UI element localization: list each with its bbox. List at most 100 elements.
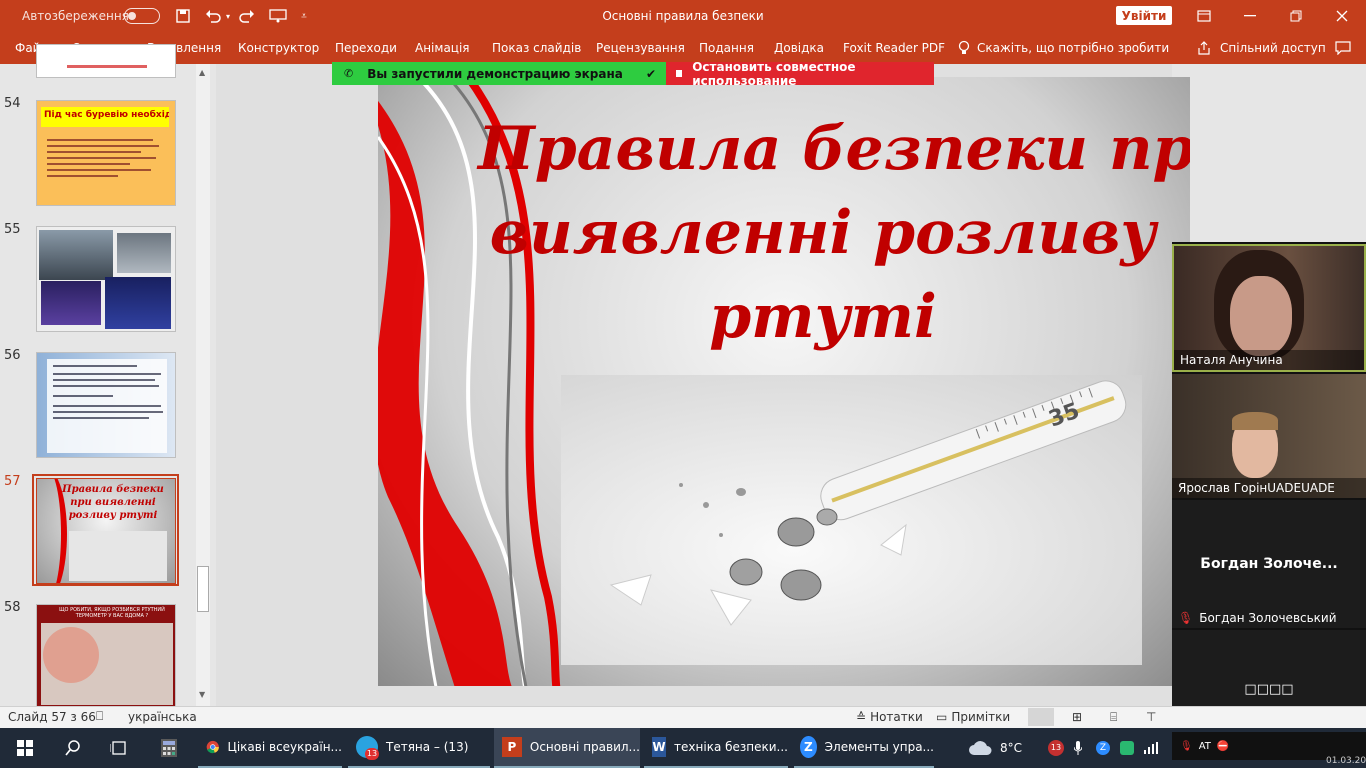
undo-dropdown-icon[interactable]: ▾ [222,0,234,32]
phone-icon: ✆ [344,67,354,80]
slideshow-from-start-icon[interactable] [266,0,290,32]
participant-name: Богдан Золочевський [1199,611,1337,625]
comment-icon: ▭ [936,710,948,724]
slide-number: 54 [4,96,21,111]
slide-thumbnail-54[interactable]: Під час буревію необхідно [36,100,176,206]
participant-display-name: Богдан Золоче... [1200,556,1338,572]
save-icon[interactable] [172,0,194,32]
tab-design[interactable]: Конструктор [238,32,319,64]
zoom-tray-icon[interactable]: Z [1094,728,1112,768]
slide-number: 58 [4,600,21,615]
microphone-icon[interactable] [1070,728,1086,768]
scrollbar-thumb[interactable] [197,566,209,612]
share-icon [1197,32,1211,64]
redo-icon[interactable] [236,0,258,32]
slide-thumbnail-58[interactable]: ЩО РОБИТИ, ЯКЩО РОЗБИВСЯ РТУТНИЙ ТЕРМОМЕ… [36,604,176,710]
screen-share-bar: ✆ Вы запустили демонстрацию экрана ✔ Ост… [332,59,934,88]
participant-display-name: □□□□ [1244,682,1294,697]
status-bar: Слайд 57 з 66 ⎕ українська ≙ Нотатки ▭ При… [0,706,1366,728]
tab-slide-show[interactable]: Показ слайдів [492,32,581,64]
powerpoint-icon: P [502,737,522,757]
taskbar-word[interactable]: W техніка безпеки... [644,728,788,768]
normal-view-button[interactable] [1028,708,1054,726]
video-participants-panel: Наталя Анучина Ярослав ГорінUADEUADE Бог… [1172,242,1366,728]
participant-tile[interactable]: Ярослав ГорінUADEUADE [1172,374,1366,498]
language-indicator[interactable]: українська [128,710,197,724]
taskbar-app-label: Элементы упра... [824,740,934,754]
stop-sharing-label: Остановить совместное использование [692,59,856,88]
video-off-icon[interactable]: ⛔ [1217,741,1229,752]
microphone-muted-icon: 🎙︎ [1178,611,1194,625]
tell-me-search[interactable]: Скажіть, що потрібно зробити [977,32,1169,64]
share-status: ✆ Вы запустили демонстрацию экрана ✔ [332,62,666,85]
current-slide[interactable]: Правила безпеки при виявленні розливу рт… [378,77,1190,686]
slideshow-icon[interactable]: ⊤ [1146,710,1156,724]
share-status-text: Вы запустили демонстрацию экрана [367,66,623,81]
broken-thermometer-photo: 35 [561,375,1142,665]
search-icon[interactable] [60,728,86,768]
storm-photo [39,230,113,280]
tab-review[interactable]: Рецензування [596,32,685,64]
close-icon[interactable] [1330,0,1354,32]
thumbnail-title: ЩО РОБИТИ, ЯКЩО РОЗБИВСЯ РТУТНИЙ ТЕРМОМЕ… [59,607,165,619]
windows-start-icon[interactable] [12,728,38,768]
taskbar-zoom[interactable]: Z Элементы упра... [794,728,934,768]
taskbar-chrome[interactable]: Цікаві всеукраїн... [198,728,342,768]
participant-hair [1232,412,1278,430]
slide-thumbnail-55[interactable] [36,226,176,332]
participant-tile[interactable]: Богдан Золоче... 🎙︎ Богдан Золочевський [1172,500,1366,628]
slide-title-line: ртуті [709,282,937,352]
slide-thumbnail-53[interactable] [36,44,176,78]
title-bar: Автозбереження ▾ ⩡ Основні правила безпе… [0,0,1366,32]
tab-transitions[interactable]: Переходи [335,32,397,64]
taskbar-powerpoint[interactable]: P Основні правил... [494,728,640,768]
reading-view-icon[interactable]: ⌸ [1110,710,1117,725]
notes-icon: ≙ [856,710,867,724]
slide-number: 55 [4,222,21,237]
undo-icon[interactable] [202,0,224,32]
scroll-up-icon[interactable]: ▲ [199,68,205,77]
calculator-app-icon[interactable] [154,728,184,768]
lightbulb-icon [958,32,970,64]
microphone-muted-icon[interactable]: 🎙︎ [1180,741,1193,752]
stop-sharing-button[interactable]: Остановить совместное использование [666,59,934,88]
zoom-icon: Z [800,736,817,758]
taskbar-telegram[interactable]: 13 Тетяна – (13) [348,728,490,768]
slide-thumbnail-56[interactable] [36,352,176,458]
stop-icon [676,70,683,77]
tray-overlay-icons: AT [1198,740,1211,752]
tab-animations[interactable]: Анімація [415,32,470,64]
scroll-down-icon[interactable]: ▼ [199,690,205,699]
thumbnail-scrollbar[interactable]: ▲ ▼ [196,64,210,706]
lightning-photo [41,281,101,325]
comments-icon[interactable] [1335,32,1351,64]
camtasia-tray-icon[interactable] [1118,728,1136,768]
slide-sorter-icon[interactable]: ⊞ [1072,710,1082,724]
share-button[interactable]: Спільний доступ [1220,32,1326,64]
tray-app-icon[interactable]: 13 [1046,728,1066,768]
network-icon[interactable] [1142,728,1160,768]
task-view-icon[interactable] [106,728,132,768]
autosave-label: Автозбереження [22,9,129,23]
slide-number: 57 [4,474,21,489]
window-title: Основні правила безпеки [602,9,764,23]
slide-thumbnail-57[interactable]: Правила безпеки при виявленні розливу рт… [36,478,176,584]
tray-badge: 13 [1048,740,1064,756]
notes-label: Нотатки [870,710,923,724]
participant-tile[interactable]: Наталя Анучина [1172,244,1366,372]
spelling-check-icon[interactable]: ⎕ [96,709,103,724]
minimize-icon[interactable] [1238,0,1262,32]
comments-button[interactable]: ▭ Примітки [936,710,1010,724]
customize-toolbar-icon[interactable]: ⩡ [296,0,312,32]
slide-title-line: Правила безпеки при [478,114,1190,184]
ribbon-display-options-icon[interactable] [1192,0,1216,32]
weather-widget[interactable]: 8°C [968,728,1042,768]
autosave-toggle[interactable] [122,0,162,32]
taskbar-app-label: Основні правил... [529,740,640,754]
sign-in-button[interactable]: Увійти [1116,6,1172,25]
taskbar-app-label: Цікаві всеукраїн... [227,740,342,754]
notes-button[interactable]: ≙ Нотатки [856,710,923,724]
comments-label: Примітки [951,710,1011,724]
ribbon-tab-bar: Файл Основне Вставлення Конструктор Пере… [0,32,1366,64]
restore-icon[interactable] [1284,0,1308,32]
